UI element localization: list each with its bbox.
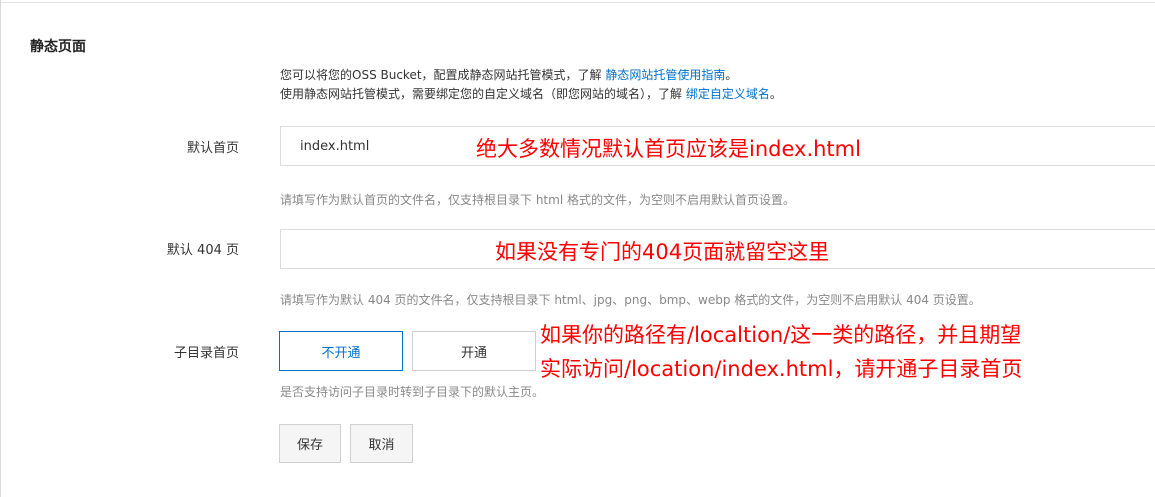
intro-line-2: 使用静态网站托管模式，需要绑定您的自定义域名（即您网站的域名），了解 绑定自定义… xyxy=(280,87,782,101)
subdir-annotation-line-1: 如果你的路径有/localtion/这一类的路径，并且期望 xyxy=(540,323,1022,347)
subdir-index-help: 是否支持访问子目录时转到子目录下的默认主页。 xyxy=(280,385,545,399)
default-404-label: 默认 404 页 xyxy=(166,243,239,258)
cancel-button[interactable]: 取消 xyxy=(350,424,413,463)
intro-line-1: 您可以将您的OSS Bucket，配置成静态网站托管模式，了解 静态网站托管使用… xyxy=(280,68,738,82)
static-hosting-guide-link[interactable]: 静态网站托管使用指南 xyxy=(605,68,725,82)
left-border xyxy=(0,0,1,497)
default-404-help: 请填写作为默认 404 页的文件名，仅支持根目录下 html、jpg、png、b… xyxy=(280,293,981,307)
intro-text: 您可以将您的OSS Bucket，配置成静态网站托管模式，了解 静态网站托管使用… xyxy=(280,66,782,104)
default-index-label: 默认首页 xyxy=(186,141,239,156)
subdir-enable-option[interactable]: 开通 xyxy=(412,331,536,371)
default-index-annotation: 绝大多数情况默认首页应该是index.html xyxy=(476,137,861,161)
subdir-disable-option[interactable]: 不开通 xyxy=(279,331,403,371)
bind-domain-link[interactable]: 绑定自定义域名 xyxy=(686,87,770,101)
subdir-index-label: 子目录首页 xyxy=(173,346,239,361)
default-404-annotation: 如果没有专门的404页面就留空这里 xyxy=(495,240,830,264)
section-title: 静态页面 xyxy=(30,39,86,55)
save-button[interactable]: 保存 xyxy=(279,424,341,463)
subdir-annotation-line-2: 实际访问/location/index.html，请开通子目录首页 xyxy=(540,357,1023,381)
default-index-help: 请填写作为默认首页的文件名，仅支持根目录下 html 格式的文件，为空则不启用默… xyxy=(280,193,795,207)
top-divider xyxy=(0,2,1155,3)
